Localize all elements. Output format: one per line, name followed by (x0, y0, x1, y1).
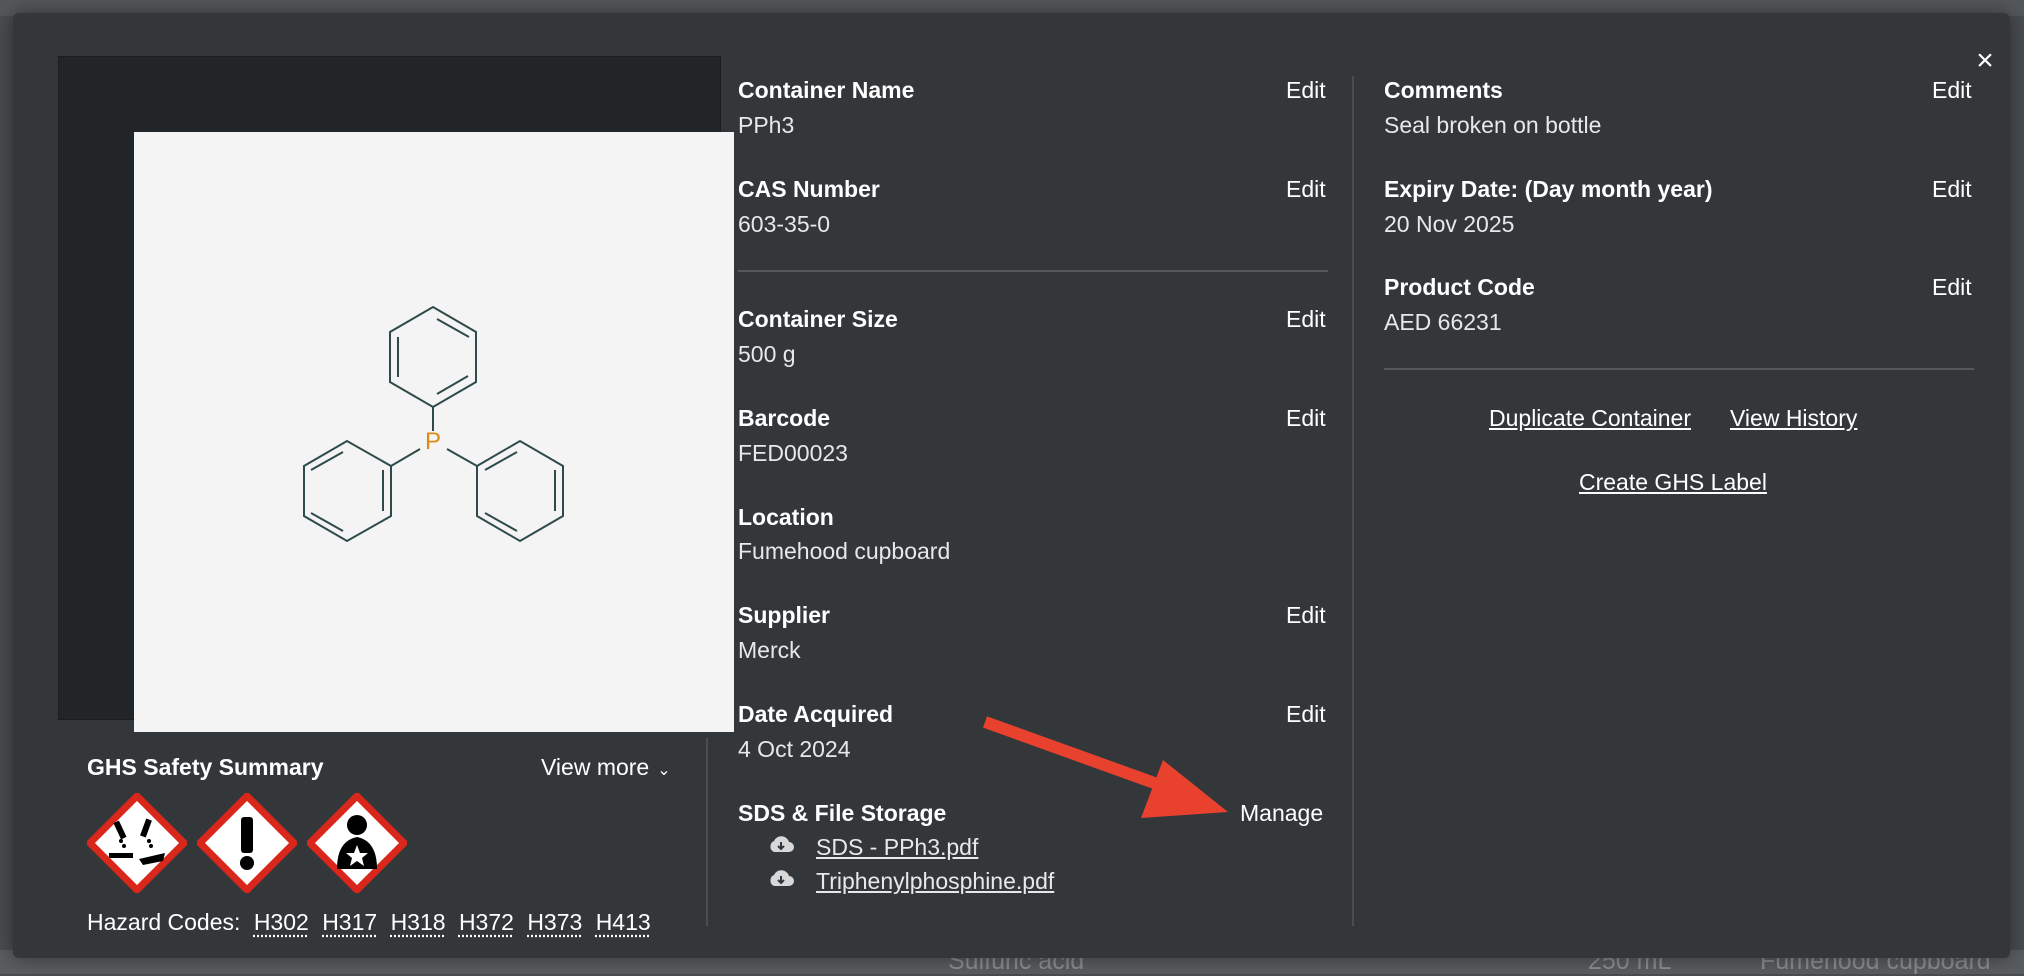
annotation-arrow (982, 716, 1228, 818)
